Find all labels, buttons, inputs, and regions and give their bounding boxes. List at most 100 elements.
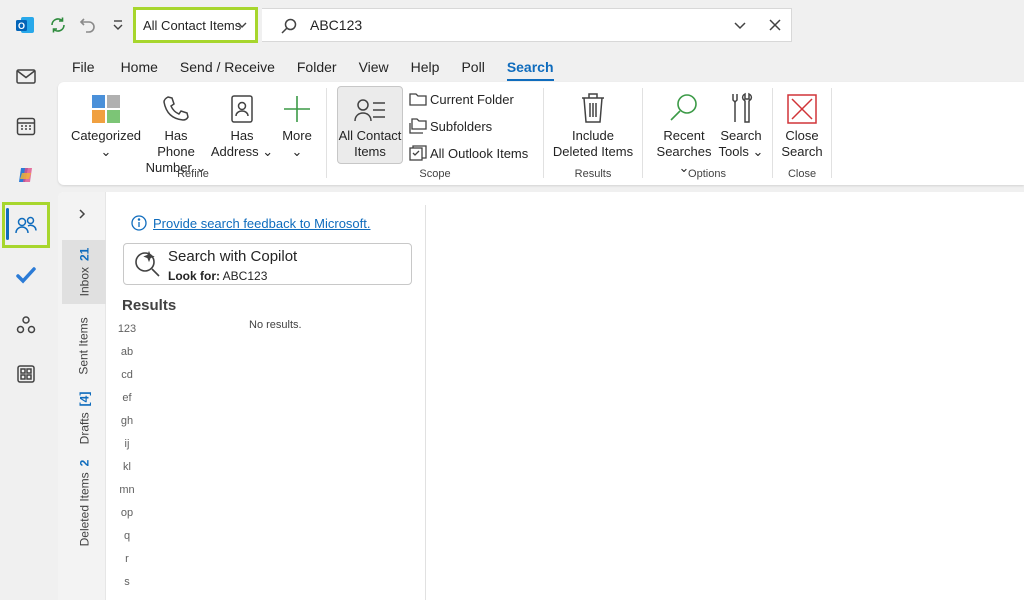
index-item[interactable]: gh — [110, 413, 144, 436]
search-input[interactable] — [310, 17, 710, 33]
folder-tab-drafts[interactable]: Drafts [4] — [62, 388, 106, 448]
search-scope-value: All Contact Items — [143, 17, 242, 33]
tab-home[interactable]: Home — [115, 54, 164, 80]
categorize-icon — [68, 86, 144, 128]
outlook-logo-icon: O — [14, 14, 36, 36]
index-item[interactable]: ij — [110, 436, 144, 459]
index-item[interactable]: q — [110, 528, 144, 551]
search-tools-label-2: Tools — [718, 144, 749, 159]
results-heading: Results — [122, 297, 177, 314]
search-with-copilot-button[interactable]: Search with Copilot Look for: ABC123 — [123, 243, 412, 285]
more-button[interactable]: More ⌄ — [280, 86, 314, 160]
calendar-icon[interactable] — [10, 110, 42, 142]
people-icon[interactable] — [10, 209, 42, 241]
copilot-look-value: ABC123 — [222, 269, 268, 283]
refine-group-label: Refine — [177, 168, 209, 180]
unread-count: 2 — [77, 459, 92, 467]
all-outlook-items-button[interactable]: All Outlook Items — [408, 142, 528, 164]
index-item[interactable]: op — [110, 505, 144, 528]
mail-icon[interactable] — [10, 60, 42, 92]
chevron-down-icon — [236, 19, 248, 34]
index-item[interactable]: s — [110, 574, 144, 597]
title-bar: O All Contact Items — [0, 0, 1024, 52]
search-options-chevron-icon[interactable] — [732, 17, 748, 36]
groups-icon[interactable] — [10, 309, 42, 341]
clear-search-icon[interactable] — [767, 17, 783, 36]
has-address-button[interactable]: Has Address ⌄ — [208, 86, 276, 160]
index-item[interactable]: cd — [110, 367, 144, 390]
recent-searches-button[interactable]: Recent Searches ⌄ — [654, 86, 714, 176]
ribbon: Categorized ⌄ Has Phone Number ⌄ Has Add… — [58, 82, 1024, 185]
subfolders-icon — [408, 118, 428, 134]
expand-folder-pane-icon[interactable] — [77, 208, 87, 223]
index-item[interactable]: kl — [110, 459, 144, 482]
search-tools-button[interactable]: Search Tools ⌄ — [716, 86, 766, 160]
current-folder-label: Current Folder — [430, 91, 514, 107]
folder-tab-deleted-items[interactable]: Deleted Items 2 — [62, 455, 106, 551]
folder-tab-sent-items[interactable]: Sent Items — [62, 310, 106, 382]
tools-icon — [716, 86, 766, 128]
alphabet-index: 123 ab cd ef gh ij kl mn op q r s — [110, 321, 144, 597]
apps-icon[interactable] — [10, 358, 42, 390]
index-item[interactable]: ef — [110, 390, 144, 413]
copilot-icon[interactable] — [10, 159, 42, 191]
draft-count: [4] — [77, 391, 91, 407]
info-icon — [131, 215, 147, 231]
index-item[interactable]: r — [110, 551, 144, 574]
tab-send-receive[interactable]: Send / Receive — [174, 54, 281, 80]
ribbon-tabs: File Home Send / Receive Folder View Hel… — [58, 54, 560, 82]
undo-icon[interactable] — [77, 14, 99, 36]
chevron-down-icon: ⌄ — [752, 144, 764, 159]
ribbon-separator — [772, 88, 773, 178]
has-address-label-2: Address — [210, 144, 259, 159]
ribbon-separator — [326, 88, 327, 178]
folder-icon — [408, 91, 428, 107]
search-scope-select[interactable]: All Contact Items — [133, 7, 258, 43]
include-deleted-items-button[interactable]: Include Deleted Items — [550, 86, 636, 160]
results-group-label: Results — [574, 168, 612, 180]
tab-help[interactable]: Help — [405, 54, 446, 80]
no-results-message: No results. — [249, 319, 302, 331]
all-outlook-items-icon — [408, 145, 428, 161]
has-phone-label: Has Phone — [157, 128, 195, 159]
address-book-icon — [208, 86, 276, 128]
ribbon-separator — [642, 88, 643, 178]
phone-icon — [144, 86, 208, 128]
index-item[interactable]: 123 — [110, 321, 144, 344]
unread-count: 21 — [77, 247, 91, 261]
all-outlook-items-label: All Outlook Items — [430, 145, 529, 161]
svg-text:O: O — [18, 21, 25, 31]
search-tools-label: Search — [720, 128, 762, 143]
sync-icon[interactable] — [47, 14, 69, 36]
include-deleted-label: Include — [572, 128, 614, 143]
close-search-icon — [776, 86, 828, 128]
search-box[interactable] — [262, 8, 792, 42]
copilot-title: Search with Copilot — [168, 248, 298, 265]
tab-view[interactable]: View — [353, 54, 395, 80]
quick-access-dropdown-icon[interactable] — [107, 14, 129, 36]
all-contact-items-content[interactable]: All Contact Items — [337, 86, 403, 160]
close-search-label: Close — [785, 128, 819, 143]
pane-divider[interactable] — [425, 205, 426, 600]
categorized-button[interactable]: Categorized ⌄ — [68, 86, 144, 160]
index-item[interactable]: ab — [110, 344, 144, 367]
subfolders-button[interactable]: Subfolders — [408, 115, 492, 137]
contact-list-icon — [337, 86, 403, 128]
all-contact-items-label: All Contact — [338, 128, 402, 143]
todo-icon[interactable] — [10, 259, 42, 291]
index-item[interactable]: mn — [110, 482, 144, 505]
search-feedback-link[interactable]: Provide search feedback to Microsoft. — [131, 215, 371, 231]
tab-file[interactable]: File — [66, 54, 101, 80]
include-deleted-label-2: Deleted Items — [552, 144, 634, 159]
folder-tab-inbox[interactable]: Inbox 21 — [62, 240, 106, 304]
tab-search[interactable]: Search — [501, 54, 560, 81]
close-search-button[interactable]: Close Search — [776, 86, 828, 160]
current-folder-button[interactable]: Current Folder — [408, 88, 514, 110]
tab-folder[interactable]: Folder — [291, 54, 343, 80]
folder-name: Drafts — [77, 412, 91, 445]
tab-poll[interactable]: Poll — [455, 54, 490, 80]
has-phone-number-button[interactable]: Has Phone Number ⌄ — [144, 86, 208, 176]
chevron-down-icon: ⌄ — [262, 144, 274, 159]
copilot-search-icon — [132, 249, 162, 282]
more-label: More — [282, 128, 312, 143]
